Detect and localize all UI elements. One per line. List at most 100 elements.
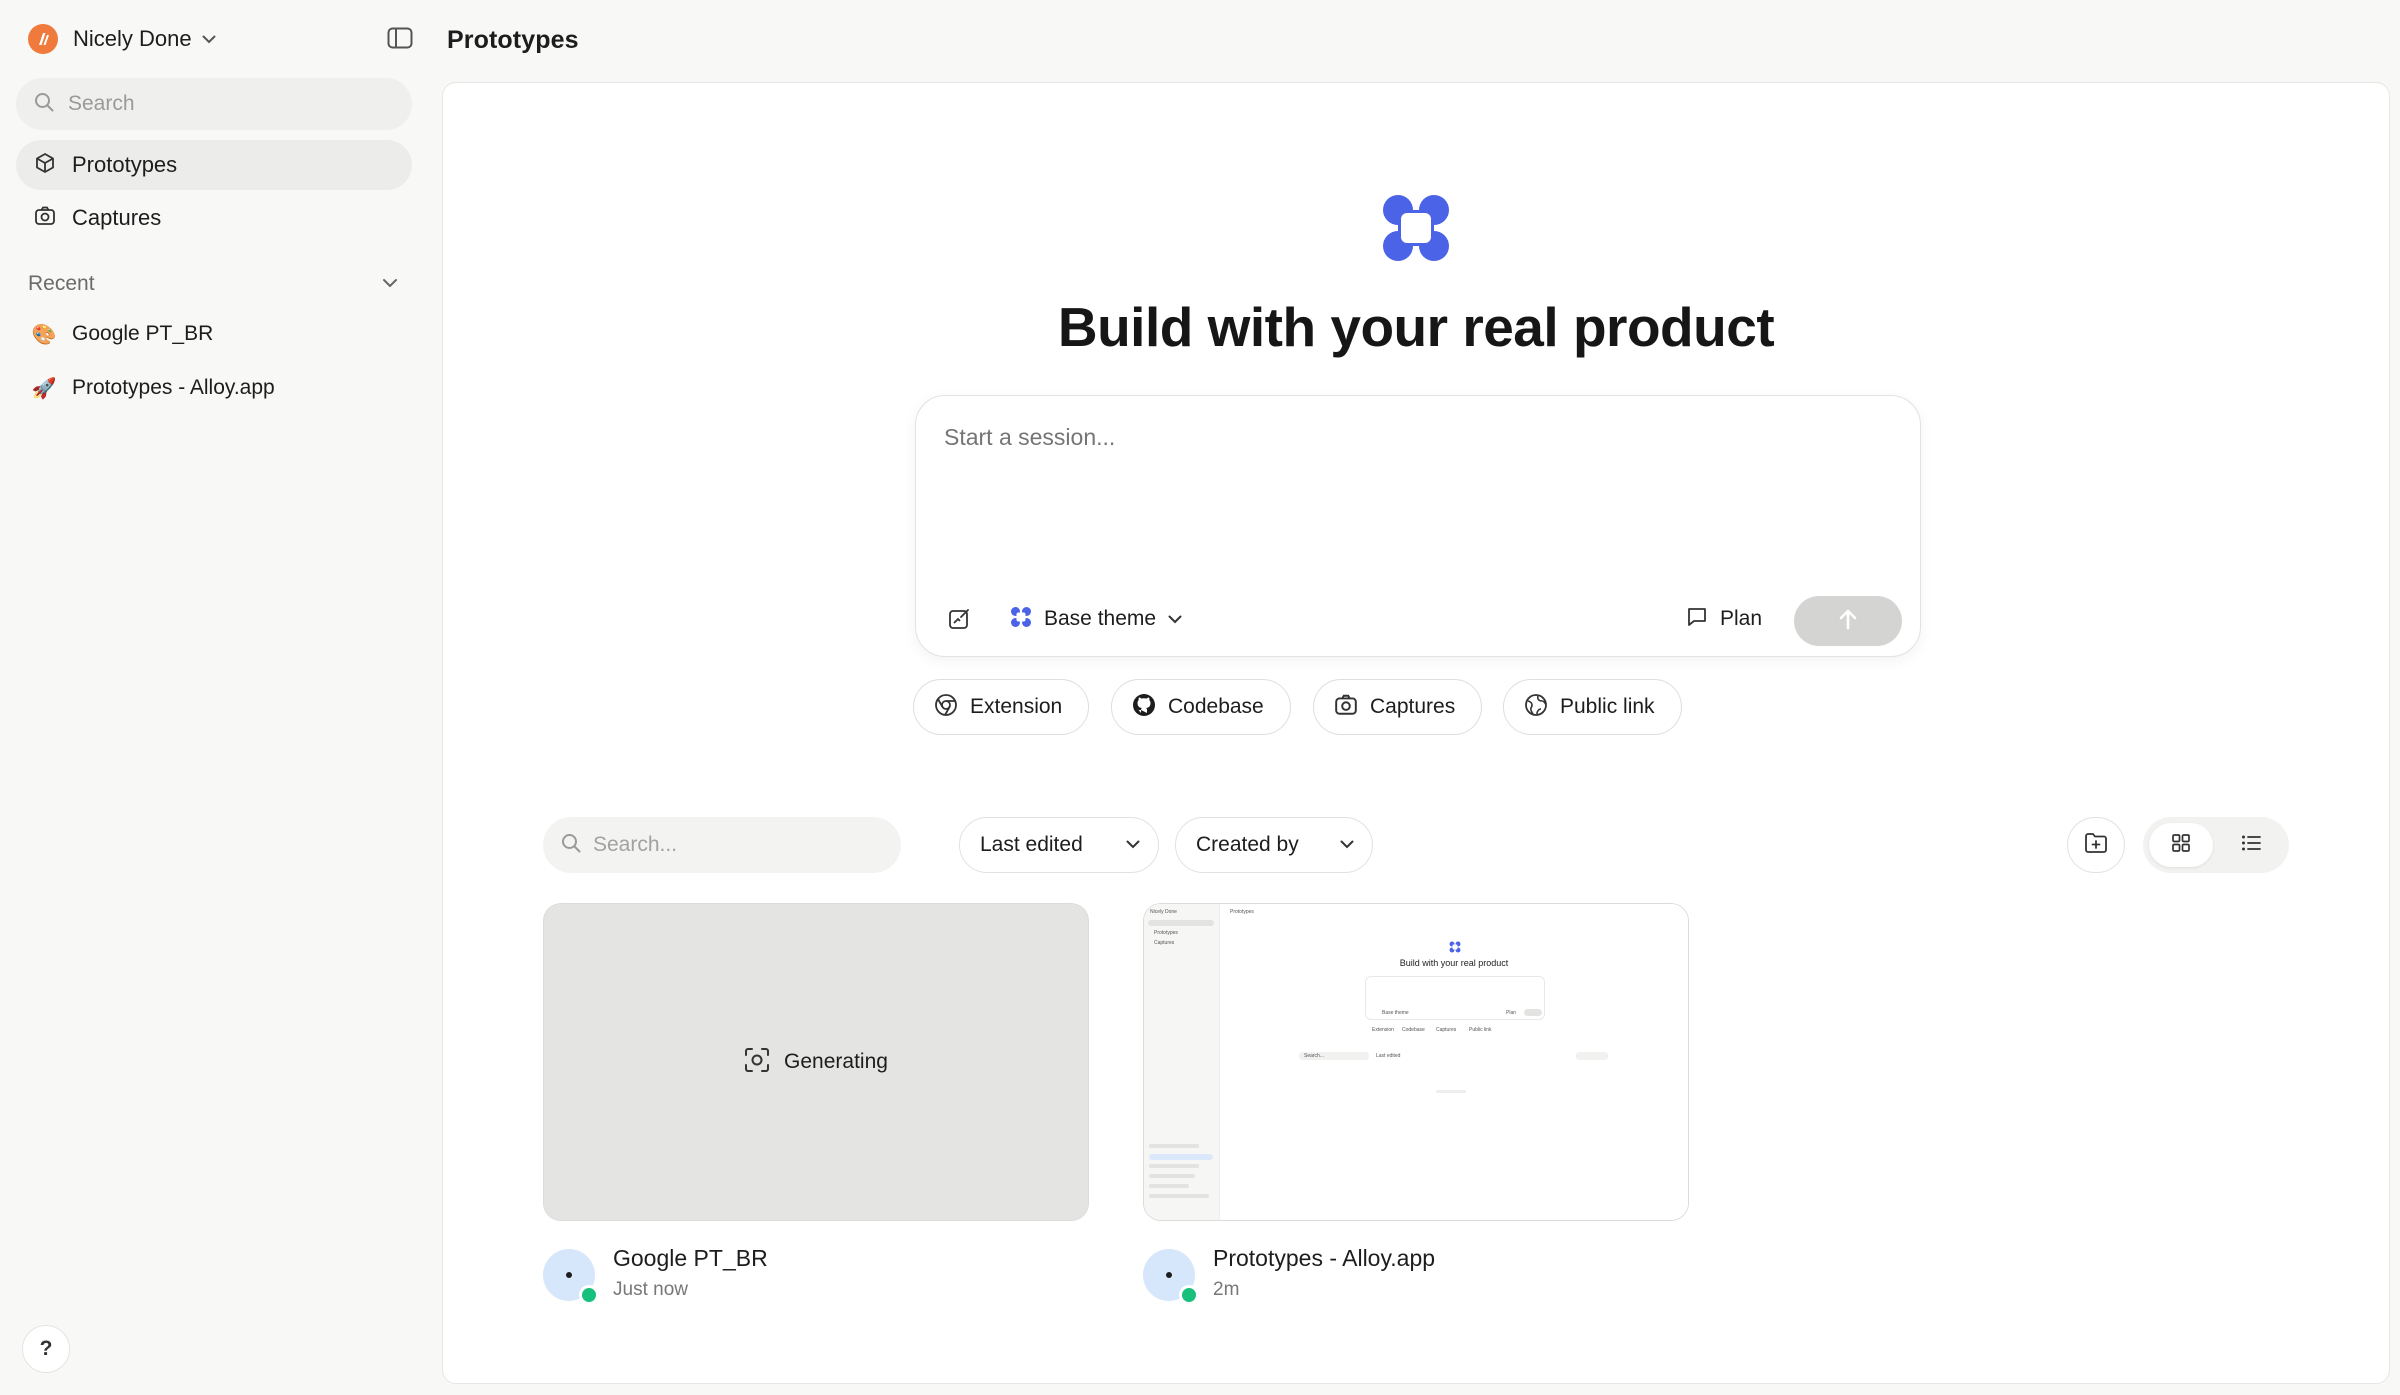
theme-label: Base theme xyxy=(1044,607,1157,630)
grid-view-button[interactable] xyxy=(2149,823,2213,867)
grid-icon xyxy=(2171,833,2191,858)
list-icon xyxy=(2241,834,2261,857)
plan-button[interactable]: Plan xyxy=(1686,600,1762,638)
preview-search: Search... xyxy=(1304,1053,1325,1059)
sidebar-item-label: Captures xyxy=(72,205,162,230)
workspace-logo-icon xyxy=(28,24,58,54)
chat-bubble-icon xyxy=(1686,606,1708,633)
preview-sidebar: Nicely Done Prototypes Captures xyxy=(1144,904,1220,1220)
preview-title: Build with your real product xyxy=(1399,958,1509,968)
theme-logo-icon xyxy=(1010,606,1032,633)
arrow-up-icon xyxy=(1838,608,1858,635)
help-button[interactable]: ? xyxy=(22,1325,70,1373)
recent-item-label: Google PT_BR xyxy=(72,322,214,345)
sidebar-search[interactable]: Search xyxy=(16,78,412,130)
recent-heading: Recent xyxy=(28,272,95,295)
preview-chip: Codebase xyxy=(1402,1027,1425,1033)
prototype-card: Generating Google PT_BR Just now xyxy=(543,903,1089,1305)
github-icon xyxy=(1132,693,1156,722)
preview-header: Prototypes xyxy=(1230,909,1254,915)
chevron-down-icon xyxy=(202,35,216,44)
public-link-chip[interactable]: Public link xyxy=(1503,679,1682,735)
card-timestamp: 2m xyxy=(1213,1279,1240,1300)
chip-label: Captures xyxy=(1370,695,1456,718)
sort-label: Last edited xyxy=(980,833,1083,856)
card-thumbnail[interactable]: Nicely Done Prototypes Captures Prototyp… xyxy=(1143,903,1689,1221)
card-title[interactable]: Google PT_BR xyxy=(613,1245,768,1272)
camera-icon xyxy=(34,205,56,232)
sidebar-item-prototypes[interactable]: Prototypes xyxy=(16,140,412,190)
search-icon xyxy=(561,833,581,858)
captures-chip[interactable]: Captures xyxy=(1313,679,1483,735)
preview-composer: Base theme Plan xyxy=(1365,976,1545,1020)
card-timestamp: Just now xyxy=(613,1279,688,1300)
prototype-search[interactable]: Search... xyxy=(543,817,901,873)
send-button[interactable] xyxy=(1794,596,1902,646)
sidebar-search-placeholder: Search xyxy=(68,92,135,115)
recent-item-prototypes-alloy[interactable]: 🚀 Prototypes - Alloy.app xyxy=(30,370,275,406)
preview-logo-icon xyxy=(1449,940,1461,953)
recent-item-google-pt-br[interactable]: 🎨 Google PT_BR xyxy=(30,316,214,352)
globe-icon xyxy=(1524,693,1548,722)
codebase-chip[interactable]: Codebase xyxy=(1111,679,1291,735)
main-panel: Build with your real product Base theme … xyxy=(442,82,2390,1384)
card-thumbnail[interactable]: Generating xyxy=(543,903,1089,1221)
new-folder-button[interactable] xyxy=(2067,817,2125,873)
card-meta: Prototypes - Alloy.app 2m xyxy=(1143,1243,1689,1305)
camera-icon xyxy=(1334,693,1358,722)
preview-nav-item: Prototypes xyxy=(1154,930,1178,936)
palette-icon: 🎨 xyxy=(31,323,57,346)
chevron-down-icon xyxy=(1168,615,1182,624)
avatar xyxy=(543,1249,599,1305)
preview-theme: Base theme xyxy=(1382,1010,1409,1016)
card-meta: Google PT_BR Just now xyxy=(543,1243,1089,1305)
search-icon xyxy=(34,92,54,117)
extension-chip[interactable]: Extension xyxy=(913,679,1090,735)
recent-item-label: Prototypes - Alloy.app xyxy=(72,376,275,399)
chip-label: Public link xyxy=(1560,695,1655,718)
chevron-down-icon xyxy=(1340,836,1354,854)
preview-nav-item: Captures xyxy=(1154,940,1175,946)
chevron-down-icon xyxy=(382,275,398,293)
page-title: Prototypes xyxy=(447,26,579,54)
sidebar-toggle-icon[interactable] xyxy=(386,26,414,50)
workspace-name: Nicely Done xyxy=(73,26,192,51)
folder-plus-icon xyxy=(2084,832,2108,859)
session-composer: Base theme Plan xyxy=(915,395,1921,657)
avatar xyxy=(1143,1249,1199,1305)
sidebar-item-label: Prototypes xyxy=(72,152,178,177)
workspace-switcher[interactable]: Nicely Done xyxy=(28,24,216,54)
preview-plan: Plan xyxy=(1506,1010,1517,1016)
session-input[interactable] xyxy=(944,424,1884,451)
list-view-button[interactable] xyxy=(2219,823,2283,867)
image-edit-icon[interactable] xyxy=(944,604,974,634)
card-title[interactable]: Prototypes - Alloy.app xyxy=(1213,1245,1435,1272)
created-by-dropdown[interactable]: Created by xyxy=(1175,817,1373,873)
preview-workspace: Nicely Done xyxy=(1150,909,1177,915)
chrome-icon xyxy=(934,693,958,722)
rocket-icon: 🚀 xyxy=(31,377,57,400)
preview-chip: Public link xyxy=(1469,1027,1492,1033)
view-toggle xyxy=(2143,817,2289,873)
preview-chip: Captures xyxy=(1436,1027,1457,1033)
prototype-search-placeholder: Search... xyxy=(593,833,678,856)
thumbnail-preview: Nicely Done Prototypes Captures Prototyp… xyxy=(1144,904,1688,1220)
scan-focus-icon xyxy=(744,1047,770,1078)
chip-label: Codebase xyxy=(1168,695,1264,718)
plan-label: Plan xyxy=(1720,607,1763,630)
online-status-dot xyxy=(579,1285,599,1305)
sort-dropdown[interactable]: Last edited xyxy=(959,817,1159,873)
theme-selector[interactable]: Base theme xyxy=(1010,600,1182,638)
sidebar-item-captures[interactable]: Captures xyxy=(16,193,412,243)
chevron-down-icon xyxy=(1126,836,1140,854)
online-status-dot xyxy=(1179,1285,1199,1305)
generating-status: Generating xyxy=(784,1050,888,1073)
hero-title: Build with your real product xyxy=(1057,296,1775,358)
filter-label: Created by xyxy=(1196,833,1299,856)
brand-logo-icon xyxy=(1381,193,1451,263)
recent-section-toggle[interactable]: Recent xyxy=(28,268,398,300)
preview-chip: Extension xyxy=(1372,1027,1394,1033)
chip-label: Extension xyxy=(970,695,1063,718)
sidebar: Nicely Done Search Prototypes Captures R… xyxy=(0,0,428,1395)
cube-icon xyxy=(34,152,56,179)
